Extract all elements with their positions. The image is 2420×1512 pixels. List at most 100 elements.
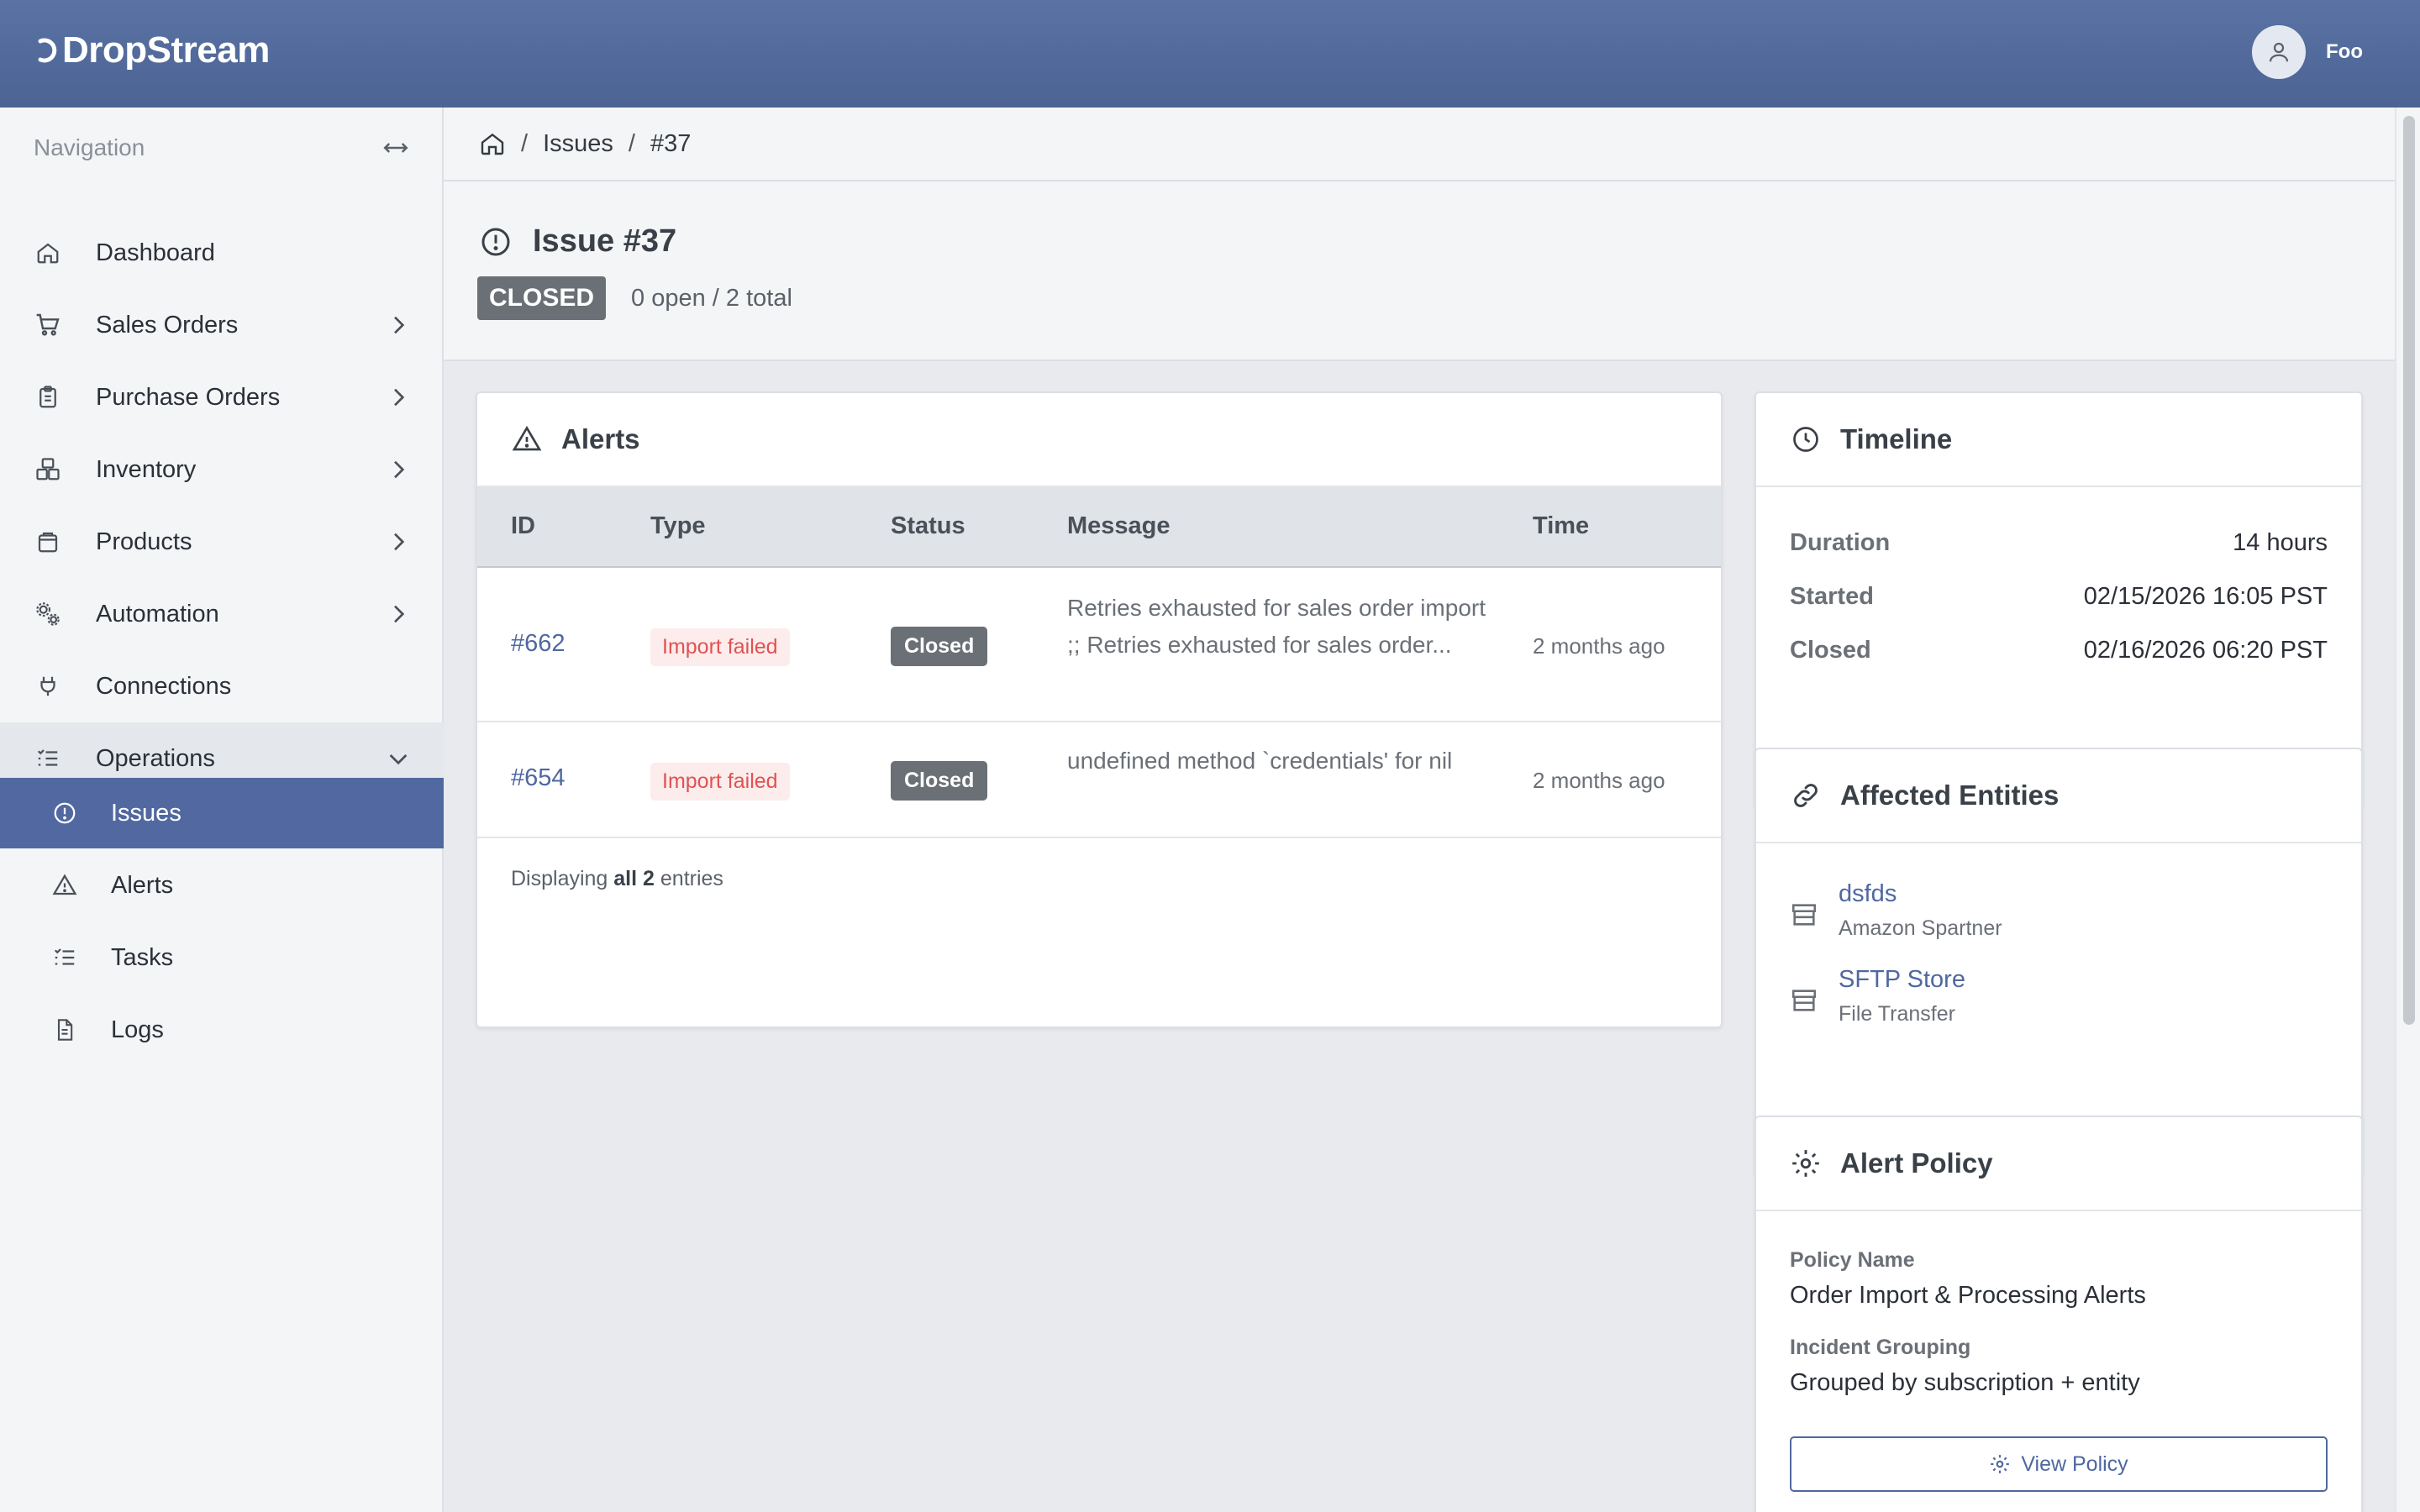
chevron-right-icon — [394, 460, 405, 479]
alert-status-badge: Closed — [891, 627, 988, 666]
timeline-row-closed: Closed 02/16/2026 06:20 PST — [1790, 637, 2328, 664]
gear-icon — [1792, 1150, 1819, 1177]
clipboard-icon — [39, 386, 56, 408]
cart-icon — [36, 313, 60, 336]
exclamation-circle-icon — [54, 802, 76, 824]
store-icon — [1791, 990, 1817, 1011]
tasks-icon — [54, 948, 75, 965]
sidebar-subitem-label: Issues — [111, 799, 182, 827]
sidebar-subitem-label: Alerts — [111, 871, 174, 899]
sidebar-item-label: Operations — [96, 744, 215, 772]
timeline-row-duration: Duration 14 hours — [1790, 529, 2328, 556]
alert-message: Retries exhausted for sales order import… — [1067, 595, 1486, 658]
sidebar-subitem-issues[interactable]: Issues — [0, 778, 444, 848]
sidebar-item-label: Products — [96, 528, 192, 555]
user-menu[interactable]: Foo — [2252, 25, 2363, 79]
app-logo[interactable]: DropStream — [34, 25, 270, 76]
alert-type-badge: Import failed — [650, 763, 790, 801]
alert-time: 2 months ago — [1533, 768, 1665, 793]
column-header-time[interactable]: Time — [1533, 512, 1589, 540]
sidebar-item-label: Purchase Orders — [96, 383, 281, 411]
sidebar-subitem-label: Tasks — [111, 943, 174, 971]
sidebar-item-label: Automation — [96, 600, 219, 627]
breadcrumb-current: #37 — [650, 129, 692, 157]
column-header-status[interactable]: Status — [891, 512, 965, 540]
table-row: #662 Import failed Closed Retries exhaus… — [477, 570, 1721, 722]
column-header-type[interactable]: Type — [650, 512, 706, 540]
chevron-right-icon — [394, 533, 405, 551]
sidebar: Navigation Dashboard Sales Orders Purcha… — [0, 108, 444, 1512]
column-header-id[interactable]: ID — [511, 512, 535, 540]
policy-name-label: Policy Name — [1790, 1248, 1915, 1272]
timeline-row-started: Started 02/15/2026 16:05 PST — [1790, 583, 2328, 610]
app-name: DropStream — [62, 29, 270, 71]
chevron-right-icon — [394, 388, 405, 407]
warning-triangle-icon — [52, 874, 77, 895]
entity-item: SFTP Store File Transfer — [1790, 966, 1965, 1026]
page-header: Issue #37 CLOSED 0 open / 2 total — [444, 181, 2395, 361]
breadcrumb-issues-link[interactable]: Issues — [543, 130, 613, 158]
boxes-icon — [36, 458, 60, 480]
home-icon — [37, 243, 59, 264]
sidebar-heading: Navigation — [34, 134, 145, 160]
alerts-card: Alerts ID Type Status Message Time #662 … — [476, 391, 1723, 1028]
entity-name-link[interactable]: SFTP Store — [1839, 966, 1965, 994]
entities-card-title: Affected Entities — [1840, 780, 2060, 811]
sidebar-item-products[interactable]: Products — [0, 506, 444, 578]
table-row: #654 Import failed Closed undefined meth… — [477, 722, 1721, 838]
sidebar-item-label: Inventory — [96, 455, 197, 483]
alert-id-link[interactable]: #662 — [511, 630, 566, 658]
policy-name-value: Order Import & Processing Alerts — [1790, 1282, 2146, 1309]
entity-item: dsfds Amazon Spartner — [1790, 880, 2002, 941]
avatar[interactable] — [2252, 25, 2307, 79]
sidebar-item-label: Connections — [96, 672, 232, 700]
alert-message: undefined method `credentials' for nil — [1067, 748, 1453, 774]
collapse-sidebar-icon[interactable] — [381, 134, 410, 162]
column-header-message[interactable]: Message — [1067, 512, 1171, 540]
breadcrumb: / Issues / #37 — [444, 108, 2395, 181]
sidebar-item-inventory[interactable]: Inventory — [0, 433, 444, 506]
alerts-card-title: Alerts — [561, 423, 640, 454]
entity-name-link[interactable]: dsfds — [1839, 880, 2002, 908]
alert-status-badge: Closed — [891, 761, 988, 801]
home-icon[interactable] — [479, 130, 506, 157]
sidebar-subitem-alerts[interactable]: Alerts — [0, 850, 444, 921]
plug-icon — [40, 676, 55, 696]
page-title: Issue #37 — [533, 223, 677, 259]
document-icon — [57, 1019, 73, 1041]
link-icon — [1794, 784, 1818, 807]
sidebar-item-dashboard[interactable]: Dashboard — [0, 217, 444, 289]
shopping-bag-icon — [38, 532, 58, 553]
top-bar: DropStream Foo — [0, 0, 2420, 108]
sidebar-subitem-logs[interactable]: Logs — [0, 995, 444, 1065]
sidebar-item-automation[interactable]: Automation — [0, 578, 444, 650]
alert-type-badge: Import failed — [650, 628, 790, 666]
sidebar-subitem-tasks[interactable]: Tasks — [0, 922, 444, 993]
policy-card-title: Alert Policy — [1840, 1147, 1993, 1179]
issue-status-badge: CLOSED — [477, 276, 607, 320]
chevron-right-icon — [394, 605, 405, 623]
table-footer: Displaying all 2 entries — [511, 867, 723, 890]
gears-icon — [36, 602, 60, 626]
page-scrollbar[interactable] — [2395, 108, 2420, 1512]
warning-triangle-icon — [512, 425, 542, 451]
timeline-card-title: Timeline — [1840, 423, 1953, 454]
scrollbar-thumb[interactable] — [2403, 116, 2415, 1025]
view-policy-button[interactable]: View Policy — [1790, 1436, 2328, 1492]
exclamation-circle-icon — [481, 228, 510, 255]
entity-type: File Transfer — [1839, 1002, 1955, 1026]
incident-grouping-value: Grouped by subscription + entity — [1790, 1369, 2140, 1396]
sidebar-item-connections[interactable]: Connections — [0, 650, 444, 722]
logo-icon — [38, 38, 57, 63]
affected-entities-card: Affected Entities dsfds Amazon Spartner … — [1754, 748, 2363, 1176]
table-header: ID Type Status Message Time — [477, 487, 1721, 568]
incident-grouping-label: Incident Grouping — [1790, 1336, 1971, 1359]
sidebar-item-purchase-orders[interactable]: Purchase Orders — [0, 361, 444, 433]
view-policy-label: View Policy — [2021, 1452, 2128, 1476]
gear-icon — [1991, 1455, 2010, 1473]
sidebar-subitem-label: Logs — [111, 1016, 164, 1043]
list-check-icon — [37, 749, 58, 766]
sidebar-item-sales-orders[interactable]: Sales Orders — [0, 289, 444, 361]
alert-id-link[interactable]: #654 — [511, 764, 566, 792]
user-name: Foo — [2326, 40, 2363, 63]
